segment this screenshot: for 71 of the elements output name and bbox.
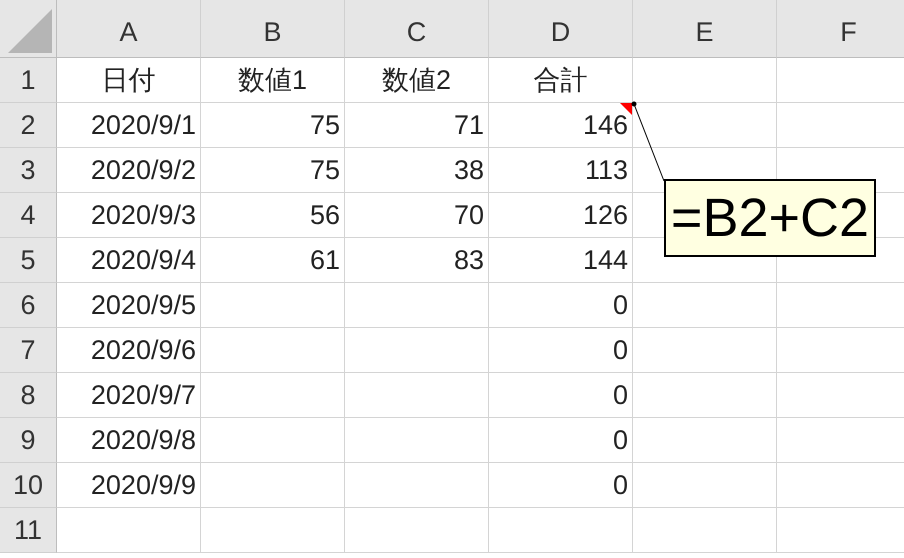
table-cell[interactable]: [201, 328, 345, 373]
table-cell[interactable]: 0: [489, 463, 633, 508]
row-header[interactable]: 1: [0, 58, 57, 103]
table-cell[interactable]: [345, 328, 489, 373]
table-cell[interactable]: 144: [489, 238, 633, 283]
table-cell[interactable]: [633, 283, 777, 328]
table-cell[interactable]: 70: [345, 193, 489, 238]
table-cell[interactable]: 61: [201, 238, 345, 283]
row-header[interactable]: 2: [0, 103, 57, 148]
column-header[interactable]: C: [345, 0, 489, 58]
table-cell[interactable]: 2020/9/9: [57, 463, 201, 508]
table-cell[interactable]: [633, 103, 777, 148]
table-cell[interactable]: 0: [489, 328, 633, 373]
table-cell[interactable]: [633, 58, 777, 103]
column-header[interactable]: F: [777, 0, 904, 58]
table-cell[interactable]: 0: [489, 373, 633, 418]
table-cell[interactable]: 数値1: [201, 58, 345, 103]
comment-tooltip: =B2+C2: [664, 179, 876, 257]
table-cell[interactable]: [57, 508, 201, 553]
table-cell[interactable]: 2020/9/1: [57, 103, 201, 148]
table-cell[interactable]: 126: [489, 193, 633, 238]
row-header[interactable]: 10: [0, 463, 57, 508]
table-cell[interactable]: 146: [489, 103, 633, 148]
table-cell[interactable]: [633, 463, 777, 508]
table-cell[interactable]: [345, 508, 489, 553]
table-cell[interactable]: [633, 373, 777, 418]
table-cell[interactable]: 日付: [57, 58, 201, 103]
table-cell[interactable]: 2020/9/3: [57, 193, 201, 238]
row-header[interactable]: 8: [0, 373, 57, 418]
table-cell[interactable]: 83: [345, 238, 489, 283]
table-cell[interactable]: [489, 508, 633, 553]
table-cell[interactable]: [633, 328, 777, 373]
table-cell[interactable]: 2020/9/5: [57, 283, 201, 328]
table-cell[interactable]: 0: [489, 418, 633, 463]
column-header[interactable]: D: [489, 0, 633, 58]
table-cell[interactable]: [345, 373, 489, 418]
column-header[interactable]: B: [201, 0, 345, 58]
table-cell[interactable]: 113: [489, 148, 633, 193]
table-cell[interactable]: 75: [201, 103, 345, 148]
column-header[interactable]: A: [57, 0, 201, 58]
row-header[interactable]: 7: [0, 328, 57, 373]
table-cell[interactable]: [201, 373, 345, 418]
table-cell[interactable]: [345, 463, 489, 508]
table-cell[interactable]: [201, 418, 345, 463]
table-cell[interactable]: 2020/9/8: [57, 418, 201, 463]
table-cell[interactable]: [345, 283, 489, 328]
table-cell[interactable]: [201, 283, 345, 328]
table-cell[interactable]: [633, 508, 777, 553]
table-cell[interactable]: 38: [345, 148, 489, 193]
table-cell[interactable]: 75: [201, 148, 345, 193]
row-header[interactable]: 6: [0, 283, 57, 328]
select-all-triangle-icon[interactable]: [8, 9, 52, 53]
table-cell[interactable]: 2020/9/2: [57, 148, 201, 193]
row-header[interactable]: 3: [0, 148, 57, 193]
row-header[interactable]: 9: [0, 418, 57, 463]
row-header[interactable]: 4: [0, 193, 57, 238]
table-cell[interactable]: [633, 418, 777, 463]
table-cell[interactable]: 2020/9/6: [57, 328, 201, 373]
table-cell[interactable]: 数値2: [345, 58, 489, 103]
table-cell[interactable]: 合計: [489, 58, 633, 103]
table-cell[interactable]: 56: [201, 193, 345, 238]
table-cell[interactable]: 2020/9/7: [57, 373, 201, 418]
table-cell[interactable]: [201, 463, 345, 508]
column-header[interactable]: E: [633, 0, 777, 58]
table-cell[interactable]: 71: [345, 103, 489, 148]
table-cell[interactable]: 2020/9/4: [57, 238, 201, 283]
table-cell[interactable]: 0: [489, 283, 633, 328]
table-cell[interactable]: [201, 508, 345, 553]
row-header[interactable]: 11: [0, 508, 57, 553]
row-header[interactable]: 5: [0, 238, 57, 283]
table-cell[interactable]: [345, 418, 489, 463]
